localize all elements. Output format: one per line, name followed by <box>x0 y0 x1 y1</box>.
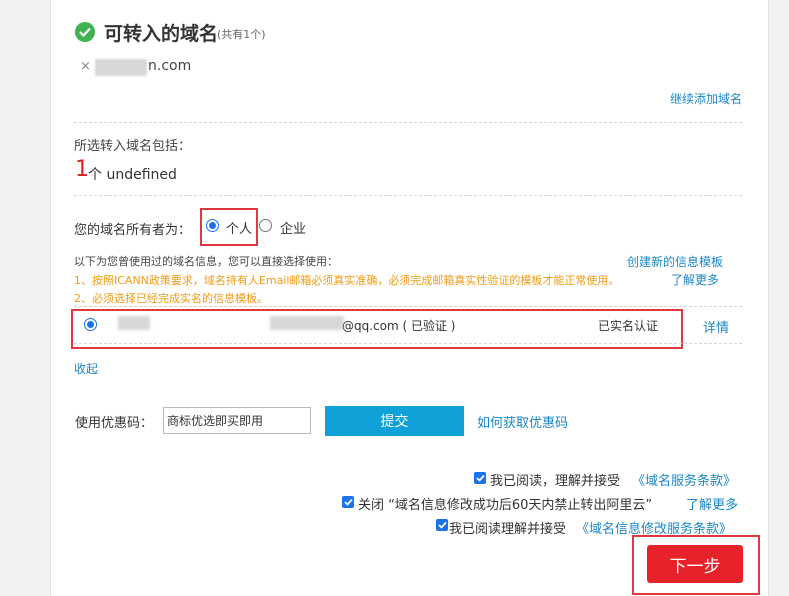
coupon-input[interactable] <box>163 407 311 434</box>
warning-realname: 2、必须选择已经完成实名的信息模板。 <box>74 292 268 305</box>
owner-radio-personal[interactable] <box>206 219 219 232</box>
included-count-text: 个 undefined <box>88 167 177 183</box>
email-redacted <box>270 316 344 330</box>
divider <box>74 343 742 344</box>
template-detail-link[interactable]: 详情 <box>703 317 729 336</box>
agree-modify-terms-text: 我已阅读理解并接受 <box>449 522 567 537</box>
check-icon <box>343 498 353 506</box>
divider <box>74 122 742 123</box>
owner-option-enterprise[interactable]: 企业 <box>280 218 306 237</box>
agree-modify-terms-checkbox[interactable] <box>436 519 448 531</box>
continue-add-domain-link[interactable]: 继续添加域名 <box>670 90 742 107</box>
next-step-button[interactable]: 下一步 <box>647 545 743 583</box>
coupon-label: 使用优惠码： <box>75 416 154 431</box>
template-hint: 以下为您曾使用过的域名信息，您可以直接选择使用： <box>74 255 338 268</box>
coupon-howto-link[interactable]: 如何获取优惠码 <box>477 412 568 431</box>
owner-label: 您的域名所有者为： <box>74 223 192 238</box>
collapse-link[interactable]: 收起 <box>74 360 98 377</box>
warning-icann: 1、按照ICANN政策要求，域名持有人Email邮箱必须真实准确，必须完成邮箱真… <box>74 274 620 287</box>
agree-terms-text: 我已阅读，理解并接受 <box>490 474 621 489</box>
domain-terms-link[interactable]: 《域名服务条款》 <box>632 470 736 489</box>
included-count: 1 <box>75 157 89 182</box>
status-badge: 已实名认证 <box>598 319 659 333</box>
check-icon <box>437 521 447 529</box>
domain-redacted <box>95 59 147 76</box>
page-title: 可转入的域名 <box>104 23 219 45</box>
domain-count-subtitle: (共有1个) <box>217 28 266 41</box>
create-template-link[interactable]: 创建新的信息模板 <box>627 253 723 270</box>
close-icon[interactable]: × <box>80 59 91 74</box>
template-name-redacted <box>118 316 150 330</box>
owner-option-personal[interactable]: 个人 <box>226 218 252 237</box>
included-label: 所选转入域名包括： <box>74 139 192 154</box>
owner-radio-enterprise[interactable] <box>259 219 272 232</box>
learn-more-link[interactable]: 了解更多 <box>671 271 719 288</box>
template-radio[interactable] <box>84 318 97 331</box>
check-circle-icon <box>75 22 95 42</box>
agree-terms-checkbox[interactable] <box>474 472 486 484</box>
check-icon <box>475 474 485 482</box>
template-email: @qq.com ( 已验证 ) <box>342 319 456 333</box>
domain-name-suffix: n.com <box>148 58 192 74</box>
transfer-lock-learn-more-link[interactable]: 了解更多 <box>686 494 738 513</box>
divider <box>74 195 742 196</box>
disable-transfer-lock-checkbox[interactable] <box>342 496 354 508</box>
disable-transfer-lock-text: 关闭 “域名信息修改成功后60天内禁止转出阿里云” <box>358 498 653 513</box>
divider <box>74 306 742 307</box>
submit-coupon-button[interactable]: 提交 <box>325 406 464 436</box>
